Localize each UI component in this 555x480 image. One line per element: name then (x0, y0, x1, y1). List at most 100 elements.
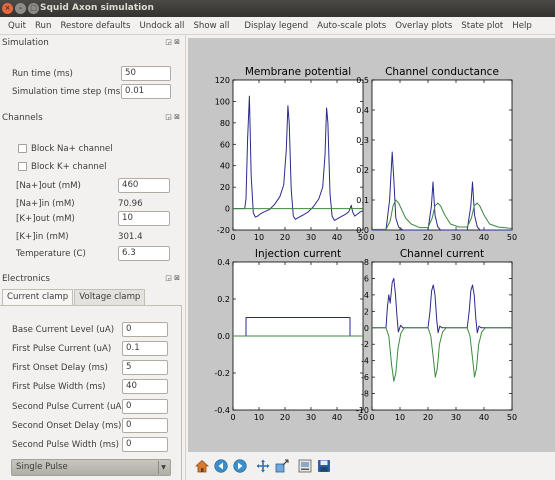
x-tick-label: 10 (254, 413, 264, 422)
menu-state-plot[interactable]: State plot (461, 21, 503, 31)
menu-help[interactable]: Help (512, 21, 532, 31)
block-k-label: Block K+ channel (31, 162, 107, 172)
k-out-input[interactable]: 10 (118, 211, 170, 226)
float-icon[interactable]: ◲ (165, 113, 172, 121)
x-tick-label: 30 (306, 413, 316, 422)
menu-show-all[interactable]: Show all (193, 21, 229, 31)
electronics-field-row: Second Pulse Width (ms) 0 (0, 437, 186, 453)
y-tick-label: -6 (361, 373, 369, 382)
block-na-row: Block Na+ channel (0, 141, 186, 157)
y-tick-label: -2 (361, 340, 369, 349)
second-onset-delay-label: Second Onset Delay (ms) (12, 421, 122, 431)
chevron-down-icon: ▼ (158, 461, 168, 474)
forward-icon[interactable] (232, 459, 247, 474)
x-tick-label: 30 (451, 233, 461, 242)
menu-display-legend[interactable]: Display legend (244, 21, 308, 31)
plot-title: Channel conductance (385, 66, 499, 78)
base-current-input[interactable]: 0 (122, 322, 168, 337)
block-k-checkbox[interactable] (18, 162, 27, 171)
plot-title: Membrane potential (245, 66, 351, 78)
y-tick-label: 0.1 (356, 196, 369, 205)
x-tick-label: 40 (332, 413, 342, 422)
x-tick-label: 20 (280, 233, 290, 242)
back-icon[interactable] (213, 459, 228, 474)
menu-auto-scale-plots[interactable]: Auto-scale plots (317, 21, 386, 31)
tab-current-clamp[interactable]: Current clamp (2, 289, 74, 306)
second-pulse-current-input[interactable]: 0 (122, 399, 168, 414)
channels-title: Channels (2, 113, 43, 123)
k-in-row: [K+]in (mM) 301.4 (0, 229, 186, 245)
menu-overlay-plots[interactable]: Overlay plots (395, 21, 452, 31)
close-icon[interactable]: ⊠ (174, 38, 180, 46)
control-panel: Simulation ◲ ⊠ Run time (ms) 50 Simulati… (0, 35, 186, 480)
second-pulse-current-label: Second Pulse Current (uA) (12, 402, 125, 412)
x-tick-label: 0 (230, 413, 235, 422)
y-tick-label: 20 (220, 183, 230, 192)
second-pulse-width-input[interactable]: 0 (122, 437, 168, 452)
close-icon[interactable]: ⊠ (174, 274, 180, 282)
first-onset-delay-label: First Onset Delay (ms) (12, 363, 108, 373)
plot-canvas[interactable]: Membrane potential 0 10 20 30 40 50 -20 0 20 40 60 8… (188, 38, 555, 452)
window-controls: × – □ (2, 3, 39, 14)
second-pulse-width-label: Second Pulse Width (ms) (12, 440, 119, 450)
y-tick-label: -10 (356, 406, 369, 415)
menu-quit[interactable]: Quit (8, 21, 26, 31)
first-pulse-current-input[interactable]: 0.1 (122, 341, 168, 356)
menu-undock-all[interactable]: Undock all (140, 21, 185, 31)
timestep-input[interactable]: 0.01 (121, 84, 171, 99)
block-na-checkbox[interactable] (18, 144, 27, 153)
x-tick-label: 0 (369, 413, 374, 422)
y-tick-label: 0.0 (217, 332, 230, 341)
y-tick-label: 0.4 (217, 258, 230, 267)
y-tick-label: 80 (220, 119, 230, 128)
y-tick-label: 60 (220, 140, 230, 149)
second-onset-delay-input[interactable]: 0 (122, 418, 168, 433)
x-tick-label: 40 (479, 413, 489, 422)
menu-restore-defaults[interactable]: Restore defaults (60, 21, 130, 31)
y-tick-label: 0 (364, 324, 369, 333)
electronics-field-row: First Onset Delay (ms) 5 (0, 360, 186, 376)
y-tick-label: 0.3 (356, 136, 369, 145)
y-tick-label: 0.5 (356, 76, 369, 85)
plot-title: Channel current (400, 248, 484, 260)
k-out-row: [K+]out (mM) 10 (0, 211, 186, 227)
pan-icon[interactable] (255, 459, 270, 474)
pulse-mode-value: Single Pulse (16, 462, 68, 472)
first-pulse-current-label: First Pulse Current (uA) (12, 344, 112, 354)
electronics-field-row: Base Current Level (uA) 0 (0, 322, 186, 338)
y-tick-label: 0.2 (217, 295, 230, 304)
na-in-label: [Na+]in (mM) (16, 199, 75, 209)
y-tick-label: 0 (225, 205, 230, 214)
channels-section-header: Channels ◲ ⊠ (0, 112, 186, 126)
clamp-tabs: Current clamp Voltage clamp (2, 289, 146, 306)
x-tick-label: 20 (423, 233, 433, 242)
y-tick-label: 8 (364, 258, 369, 267)
na-out-input[interactable]: 460 (118, 178, 170, 193)
menu-run[interactable]: Run (35, 21, 51, 31)
float-icon[interactable]: ◲ (165, 38, 172, 46)
x-tick-label: 10 (395, 233, 405, 242)
maximize-icon[interactable]: □ (28, 3, 39, 14)
temperature-input[interactable]: 6.3 (118, 246, 170, 261)
y-tick-label: 120 (215, 76, 230, 85)
pulse-mode-select[interactable]: Single Pulse ▼ (11, 459, 171, 476)
block-na-label: Block Na+ channel (31, 144, 113, 154)
close-icon[interactable]: × (2, 3, 13, 14)
y-tick-label: 2 (364, 307, 369, 316)
tab-voltage-clamp[interactable]: Voltage clamp (74, 289, 146, 306)
y-tick-label: 100 (215, 97, 230, 106)
first-onset-delay-input[interactable]: 5 (122, 360, 168, 375)
first-pulse-width-input[interactable]: 40 (122, 379, 168, 394)
run-time-input[interactable]: 50 (121, 66, 171, 81)
close-icon[interactable]: ⊠ (174, 113, 180, 121)
minimize-icon[interactable]: – (15, 3, 26, 14)
zoom-icon[interactable] (274, 459, 289, 474)
configure-icon[interactable] (297, 459, 312, 474)
na-in-row: [Na+]in (mM) 70.96 (0, 196, 186, 212)
x-tick-label: 0 (369, 233, 374, 242)
k-in-label: [K+]in (mM) (16, 232, 69, 242)
save-icon[interactable] (316, 459, 331, 474)
home-icon[interactable] (194, 459, 209, 474)
float-icon[interactable]: ◲ (165, 274, 172, 282)
y-tick-label: -20 (217, 226, 230, 235)
